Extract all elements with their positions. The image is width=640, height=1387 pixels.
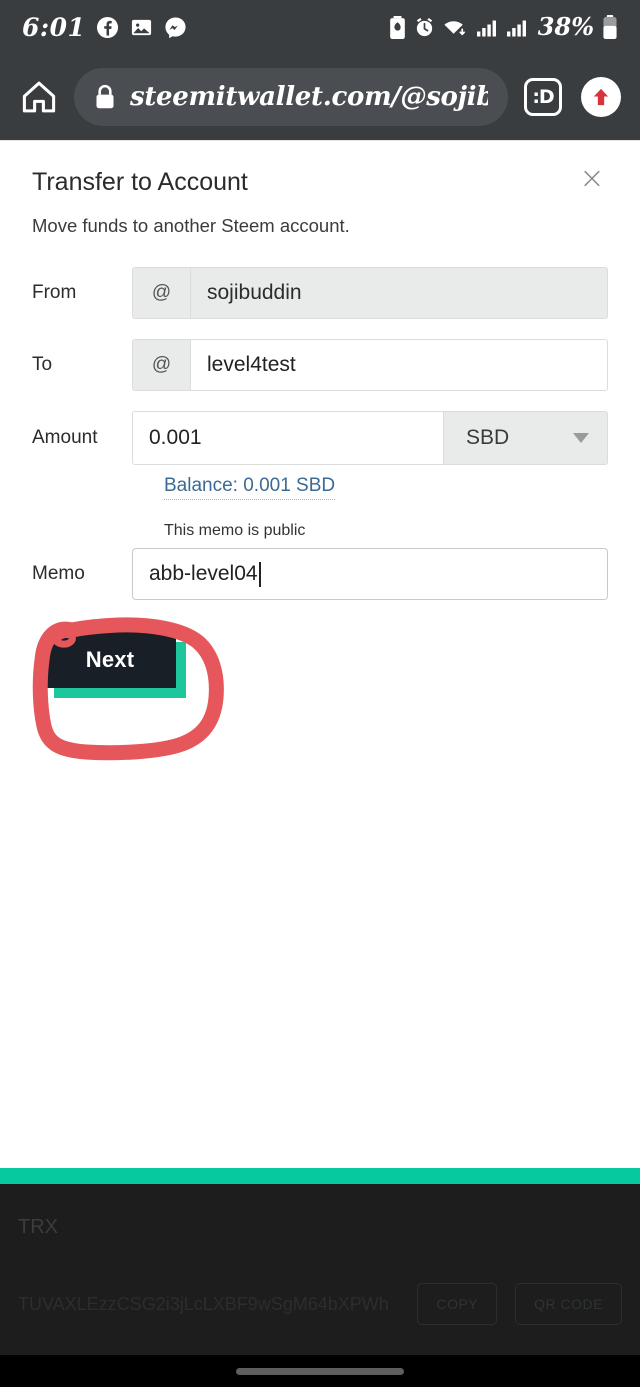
transfer-form: From @ sojibuddin To @ level4test Amount… xyxy=(0,267,640,761)
status-clock: 6:01 xyxy=(22,12,86,42)
alarm-icon xyxy=(414,16,435,39)
page-content: Transfer to Account Move funds to anothe… xyxy=(0,140,640,1166)
wallet-address: TUVAXLEzzCSG2i3jLcLXBF9wSgM64bXPWh xyxy=(18,1293,389,1314)
submit-area: Next xyxy=(0,617,640,761)
home-gesture-pill[interactable] xyxy=(236,1367,404,1375)
signal-sim1-icon xyxy=(476,16,498,39)
home-button[interactable] xyxy=(16,74,62,120)
copy-button[interactable]: COPY xyxy=(417,1283,498,1325)
page-subtitle: Move funds to another Steem account. xyxy=(32,215,350,236)
messenger-icon xyxy=(164,16,187,39)
next-button[interactable]: Next xyxy=(44,632,176,688)
amount-input[interactable]: 0.001 xyxy=(132,411,444,465)
home-icon xyxy=(20,78,58,116)
photos-icon xyxy=(130,16,153,39)
page-title: Transfer to Account xyxy=(32,168,248,196)
amount-label: Amount xyxy=(32,427,98,448)
memo-input-value: abb-level04 xyxy=(149,562,258,585)
to-input-group: @ level4test xyxy=(132,339,608,391)
chevron-down-icon xyxy=(573,433,589,443)
up-arrow-icon xyxy=(581,77,621,117)
form-row-from: From @ sojibuddin xyxy=(0,267,640,319)
to-label: To xyxy=(32,354,53,375)
from-input: sojibuddin xyxy=(190,267,608,319)
form-row-memo: Memo abb-level04 xyxy=(0,548,640,600)
address-row: TUVAXLEzzCSG2i3jLcLXBF9wSgM64bXPWh COPY … xyxy=(0,1283,640,1325)
network-label: TRX xyxy=(18,1216,58,1238)
amount-input-group: 0.001 SBD xyxy=(132,411,608,465)
accent-bar xyxy=(0,1168,640,1184)
battery-percent-label: 38% xyxy=(537,12,594,41)
upload-button[interactable] xyxy=(578,74,624,120)
wifi-icon xyxy=(443,16,468,39)
from-control: @ sojibuddin xyxy=(132,267,608,319)
qr-code-button[interactable]: QR CODE xyxy=(515,1283,622,1325)
at-symbol-icon-from: @ xyxy=(132,267,190,319)
facebook-icon xyxy=(96,16,119,39)
form-row-to: To @ level4test xyxy=(0,339,640,391)
text-cursor xyxy=(258,561,261,587)
browser-toolbar: steemitwallet.com/@sojibuddi :D xyxy=(0,54,640,140)
memo-label: Memo xyxy=(32,563,85,584)
signal-sim2-icon xyxy=(506,16,528,39)
memo-hint: This memo is public xyxy=(164,522,306,539)
phone-screen: 6:01 38% steemitwallet.com/@soji:D Tran… xyxy=(0,0,640,1387)
to-control: @ level4test xyxy=(132,339,608,391)
balance-link[interactable]: Balance: 0.001 SBD xyxy=(164,475,336,500)
battery-icon xyxy=(602,15,618,39)
close-icon[interactable]: × xyxy=(572,159,612,199)
tab-switcher-button[interactable]: :D xyxy=(520,74,566,120)
currency-select[interactable]: SBD xyxy=(444,411,608,465)
form-row-amount: Amount 0.001 SBD xyxy=(0,411,640,465)
transfer-modal-header: Transfer to Account Move funds to anothe… xyxy=(0,141,640,237)
to-input[interactable]: level4test xyxy=(190,339,608,391)
url-text: steemitwallet.com/@sojibuddi xyxy=(130,82,488,112)
footer-panel: TRX TUVAXLEzzCSG2i3jLcLXBF9wSgM64bXPWh C… xyxy=(0,1184,640,1355)
currency-selected-value: SBD xyxy=(466,426,510,449)
amount-control: 0.001 SBD xyxy=(132,411,608,465)
status-bar-right: 38% xyxy=(389,15,618,39)
balance-row: Balance: 0.001 SBD xyxy=(132,475,640,500)
page-footer: TRX TUVAXLEzzCSG2i3jLcLXBF9wSgM64bXPWh C… xyxy=(0,1168,640,1387)
status-bar-left: 6:01 xyxy=(22,15,389,40)
lock-padlock-icon xyxy=(94,84,116,110)
url-bar[interactable]: steemitwallet.com/@sojibuddi xyxy=(74,68,508,126)
status-bar: 6:01 38% xyxy=(0,0,640,54)
from-label: From xyxy=(32,282,77,303)
smiley-tab-icon: :D xyxy=(524,78,562,116)
battery-saver-icon xyxy=(389,15,406,39)
from-input-group: @ sojibuddin xyxy=(132,267,608,319)
memo-input[interactable]: abb-level04 xyxy=(132,548,608,600)
at-symbol-icon-to: @ xyxy=(132,339,190,391)
android-navigation-bar xyxy=(0,1355,640,1387)
